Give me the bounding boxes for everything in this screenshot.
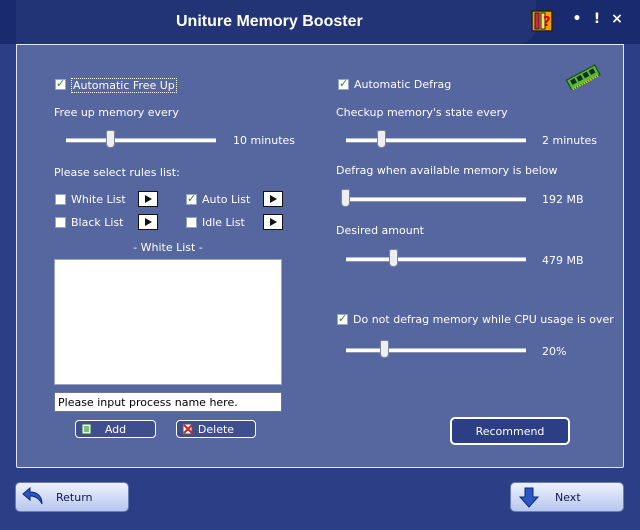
cpu-slider[interactable]	[380, 340, 390, 358]
auto-list-checkbox[interactable]	[186, 192, 197, 205]
idle-list-label: Idle List	[202, 216, 245, 229]
auto-list-play-button[interactable]	[263, 191, 283, 207]
down-arrow-icon	[518, 487, 540, 508]
black-list-checkbox[interactable]	[55, 217, 66, 228]
auto-defrag-label: Automatic Defrag	[354, 78, 452, 91]
next-button-label: Next	[555, 491, 581, 504]
desired-label: Desired amount	[336, 224, 424, 237]
free-every-slider-track	[66, 138, 216, 143]
minimize-button[interactable]: •	[568, 10, 586, 28]
return-button-label: Return	[56, 491, 93, 504]
auto-free-label: Automatic Free Up	[71, 78, 177, 93]
cpu-slider-track	[346, 348, 526, 353]
free-every-label: Free up memory every	[54, 106, 179, 119]
cpu-value: 20%	[542, 345, 567, 358]
idle-list-checkbox[interactable]	[186, 217, 197, 228]
checkup-slider[interactable]	[376, 130, 386, 148]
list-title: - White List -	[133, 241, 203, 254]
rules-label: Please select rules list:	[54, 166, 180, 179]
add-button-label: Add	[104, 423, 127, 436]
checkup-slider-track	[346, 138, 526, 143]
desired-slider[interactable]	[388, 249, 398, 267]
memory-chip-icon	[565, 64, 601, 90]
free-every-value: 10 minutes	[233, 134, 296, 147]
white-list-label: White List	[71, 193, 126, 206]
next-button[interactable]: Next	[510, 482, 624, 512]
white-list-checkbox[interactable]	[55, 194, 66, 205]
app-logo-icon: ?	[531, 10, 553, 32]
delete-button[interactable]: Delete	[176, 420, 256, 438]
desired-value: 479 MB	[542, 254, 584, 267]
process-listbox[interactable]	[54, 259, 282, 385]
checkup-label: Checkup memory's state every	[336, 106, 508, 119]
window-title: Uniture Memory Booster	[176, 13, 363, 30]
recommend-button[interactable]: Recommend	[450, 417, 570, 445]
black-list-play-button[interactable]	[138, 214, 158, 230]
checkup-value: 2 minutes	[542, 134, 598, 147]
defrag-below-value: 192 MB	[542, 193, 584, 206]
white-list-play-button[interactable]	[138, 191, 158, 207]
cpu-label: Do not defrag memory while CPU usage is …	[353, 313, 614, 326]
auto-free-checkbox[interactable]	[55, 77, 66, 90]
return-button[interactable]: Return	[15, 482, 129, 512]
defrag-below-label: Defrag when available memory is below	[336, 164, 558, 177]
defrag-below-slider[interactable]	[341, 189, 350, 207]
add-button[interactable]: Add	[75, 420, 156, 438]
delete-button-label: Delete	[197, 423, 235, 436]
free-every-slider[interactable]	[106, 130, 116, 148]
auto-list-label: Auto List	[202, 193, 251, 206]
svg-text:?: ?	[543, 15, 551, 30]
recommend-button-label: Recommend	[475, 425, 545, 438]
idle-list-play-button[interactable]	[263, 214, 283, 230]
return-arrow-icon	[22, 486, 43, 505]
close-button[interactable]: ×	[608, 10, 626, 28]
black-list-label: Black List	[71, 216, 124, 229]
cpu-checkbox[interactable]	[337, 312, 348, 325]
defrag-below-slider-track	[342, 197, 526, 202]
help-button[interactable]: !	[588, 10, 606, 28]
auto-defrag-checkbox[interactable]	[338, 77, 349, 90]
app-window: Uniture Memory Booster ? • ! × Automatic…	[0, 0, 640, 530]
desired-slider-track	[346, 257, 526, 262]
process-name-input[interactable]	[54, 392, 282, 412]
